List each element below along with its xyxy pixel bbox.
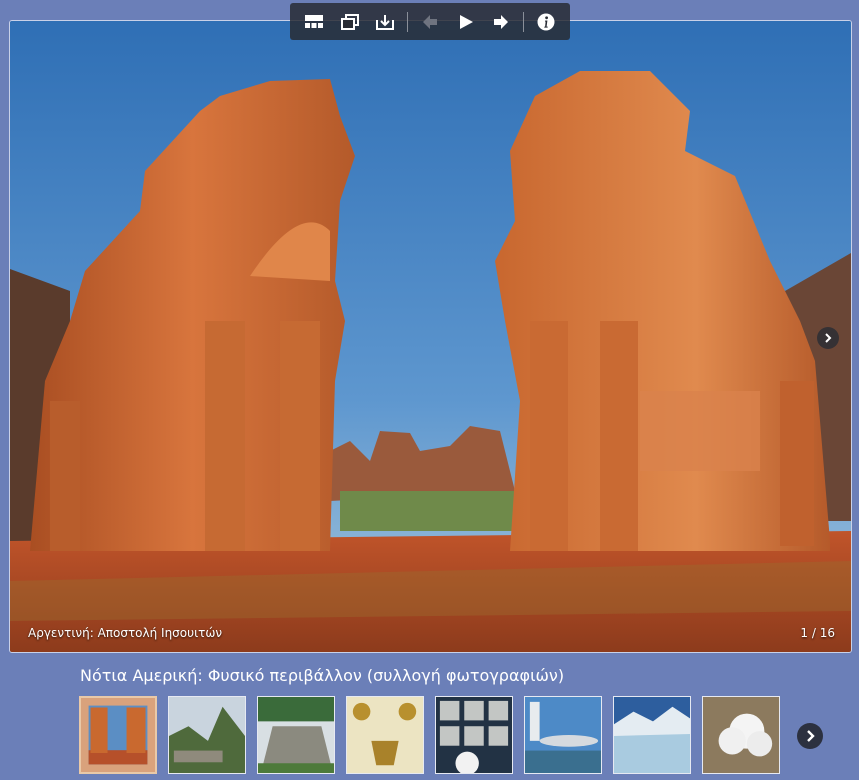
info-button[interactable] bbox=[532, 8, 560, 36]
thumbnail-image bbox=[81, 698, 155, 772]
main-photo bbox=[10, 21, 851, 652]
thumbnails-next-button[interactable] bbox=[797, 723, 823, 749]
thumbnail-item[interactable] bbox=[435, 696, 513, 774]
next-button[interactable] bbox=[487, 8, 515, 36]
toolbar-divider bbox=[407, 11, 409, 32]
photo-caption: Αργεντινή: Αποστολή Ιησουιτών bbox=[28, 626, 223, 640]
thumbnail-item[interactable] bbox=[168, 696, 246, 774]
thumbnail-image bbox=[436, 697, 512, 773]
thumbnail-item[interactable] bbox=[346, 696, 424, 774]
thumbnail-image bbox=[703, 697, 779, 773]
fullscreen-icon bbox=[340, 13, 359, 30]
thumbnail-item[interactable] bbox=[524, 696, 602, 774]
viewer-toolbar bbox=[290, 3, 570, 40]
thumbnail-item[interactable] bbox=[702, 696, 780, 774]
download-button[interactable] bbox=[371, 8, 399, 36]
chevron-right-icon bbox=[807, 730, 815, 742]
thumbnail-item[interactable] bbox=[613, 696, 691, 774]
info-icon bbox=[537, 13, 555, 30]
chevron-right-icon bbox=[825, 333, 832, 343]
thumbnail-image bbox=[614, 697, 690, 773]
thumbnail-image bbox=[347, 697, 423, 773]
download-icon bbox=[376, 14, 395, 30]
arrow-left-icon bbox=[422, 14, 437, 29]
play-icon bbox=[459, 14, 473, 29]
arrow-right-icon bbox=[494, 14, 509, 29]
thumbnail-item[interactable] bbox=[79, 696, 157, 774]
image-viewer: Αργεντινή: Αποστολή Ιησουιτών 1 / 16 bbox=[9, 20, 852, 653]
thumbnails-button[interactable] bbox=[300, 8, 328, 36]
photo-counter: 1 / 16 bbox=[800, 626, 835, 640]
thumbnails-icon bbox=[304, 14, 323, 28]
thumbnail-image bbox=[525, 697, 601, 773]
previous-button[interactable] bbox=[416, 8, 444, 36]
thumbnail-image bbox=[169, 697, 245, 773]
play-button[interactable] bbox=[452, 8, 480, 36]
toolbar-divider bbox=[523, 11, 525, 32]
next-photo-button[interactable] bbox=[817, 327, 839, 349]
thumbnail-item[interactable] bbox=[257, 696, 335, 774]
gallery-title: Νότια Αμερική: Φυσικό περιβάλλον (συλλογ… bbox=[80, 666, 565, 685]
fullscreen-button[interactable] bbox=[336, 8, 364, 36]
thumbnail-image bbox=[258, 697, 334, 773]
